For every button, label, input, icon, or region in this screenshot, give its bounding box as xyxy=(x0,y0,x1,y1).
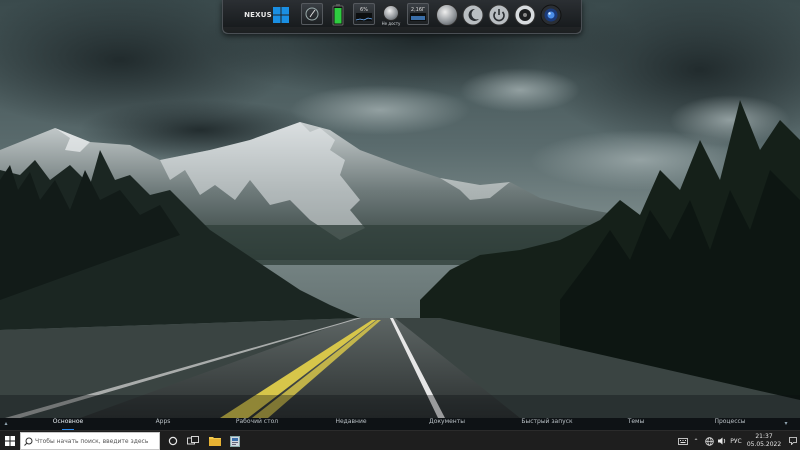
tab-label: Недавние xyxy=(335,418,367,425)
desktop-tab-bar: ▴ Основное Apps Рабочий стол Недавние До… xyxy=(0,418,800,430)
taskbar-clock[interactable]: 21:37 05.05.2022 xyxy=(744,433,784,449)
tab-processes[interactable]: Процессы xyxy=(708,418,752,430)
tab-label: Быстрый запуск xyxy=(521,418,573,425)
ram-meter-tile[interactable]: 2,16Г xyxy=(407,3,429,25)
nexus-logo-text: NEXUS xyxy=(244,11,272,19)
camera-lens-icon xyxy=(540,4,562,26)
action-center-button[interactable] xyxy=(786,431,800,450)
disk-info-icon xyxy=(383,4,399,21)
tab-themes[interactable]: Темы xyxy=(616,418,656,430)
search-input[interactable] xyxy=(35,433,155,449)
clock-icon xyxy=(305,7,319,21)
chevron-left-icon[interactable]: ▴ xyxy=(2,418,10,430)
chevron-up-icon: ⌃ xyxy=(693,437,699,445)
file-explorer-button[interactable] xyxy=(205,431,225,450)
power-button[interactable] xyxy=(487,3,511,27)
tab-quick-launch[interactable]: Быстрый запуск xyxy=(510,418,584,430)
clock-widget-tile[interactable] xyxy=(301,3,323,25)
speaker-volume-icon xyxy=(717,437,725,445)
power-icon xyxy=(488,4,510,26)
volume-tray-button[interactable] xyxy=(716,431,728,450)
tab-label: Процессы xyxy=(714,418,746,425)
task-view-button[interactable] xyxy=(183,431,203,450)
tab-label: Основное xyxy=(52,418,84,425)
windows-start-icon xyxy=(5,436,15,446)
tab-recent[interactable]: Недавние xyxy=(326,418,376,430)
keyboard-icon xyxy=(678,437,688,445)
tab-apps[interactable]: Apps xyxy=(143,418,183,430)
battery-widget-tile[interactable] xyxy=(327,3,349,27)
disk-info-tile[interactable]: Не досту xyxy=(379,3,403,27)
wallpaper-landscape-image xyxy=(0,0,800,418)
language-label: РУС xyxy=(730,437,742,445)
search-icon xyxy=(21,434,35,448)
ram-graph-icon xyxy=(410,13,426,21)
start-button[interactable] xyxy=(0,431,20,450)
clock-time: 21:37 xyxy=(755,433,773,440)
dock-reflection xyxy=(223,27,581,33)
cortana-circle-icon xyxy=(168,436,178,446)
moon-icon xyxy=(462,4,484,26)
battery-icon xyxy=(332,4,344,26)
chevron-up-icon[interactable]: ▾ xyxy=(782,418,790,430)
language-indicator[interactable]: РУС xyxy=(728,431,744,450)
network-tray-button[interactable] xyxy=(702,431,716,450)
nexus-dock: NEXUS 6% Не досту 2,16Г xyxy=(222,0,582,34)
task-view-icon xyxy=(187,436,199,445)
nexus-logo[interactable]: NEXUS xyxy=(244,3,272,27)
folder-icon xyxy=(209,437,221,446)
show-hidden-icons-button[interactable]: ⌃ xyxy=(690,431,702,450)
tab-label: Документы xyxy=(429,418,465,425)
document-app-icon xyxy=(230,435,240,447)
tab-documents[interactable]: Документы xyxy=(420,418,474,430)
recycle-bin-button[interactable] xyxy=(435,3,459,27)
taskbar-search[interactable] xyxy=(20,432,160,450)
tab-label: Темы xyxy=(627,418,645,425)
keyboard-tray-button[interactable] xyxy=(676,431,690,450)
windows-logo-icon xyxy=(273,7,289,23)
tab-label: Apps xyxy=(155,418,171,425)
pinned-app-button[interactable] xyxy=(225,431,245,450)
speaker-app-button[interactable] xyxy=(513,3,537,27)
speaker-icon xyxy=(514,4,536,26)
tab-desktop[interactable]: Рабочий стол xyxy=(228,418,286,430)
dock-start-button[interactable] xyxy=(270,3,292,27)
clock-date: 05.05.2022 xyxy=(746,441,782,448)
tab-main[interactable]: Основное xyxy=(44,418,92,430)
cpu-graph-icon xyxy=(356,13,372,21)
tab-label: Рабочий стол xyxy=(235,418,279,425)
sleep-button[interactable] xyxy=(461,3,485,27)
desktop-wallpaper xyxy=(0,0,800,418)
recycle-bin-icon xyxy=(436,4,458,26)
cpu-meter-tile[interactable]: 6% xyxy=(353,3,375,25)
camera-app-button[interactable] xyxy=(539,3,563,27)
cortana-button[interactable] xyxy=(163,431,183,450)
notification-icon xyxy=(789,437,797,445)
windows-taskbar: ⌃ РУС 21:37 05.05.2022 xyxy=(0,430,800,450)
disk-info-label: Не досту xyxy=(381,20,401,26)
network-globe-icon xyxy=(704,436,714,446)
